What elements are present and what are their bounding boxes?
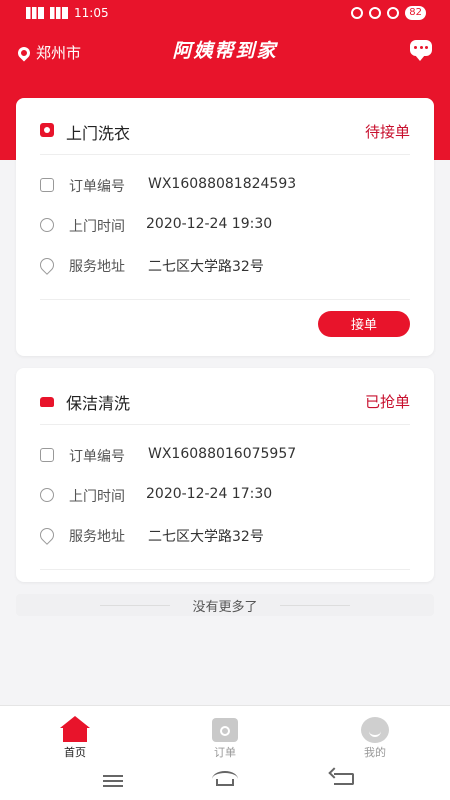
order-number-row: 订单编号 WX16088016075957 — [40, 435, 410, 475]
cleaning-icon — [40, 397, 54, 407]
order-number-label: 订单编号 — [69, 449, 125, 465]
back-icon[interactable] — [334, 773, 354, 785]
order-number-row: 订单编号 WX16088081824593 — [40, 165, 410, 205]
service-title: 保洁清洗 — [66, 394, 131, 413]
tab-profile[interactable]: 我的 — [330, 710, 420, 762]
visit-time-label: 上门时间 — [69, 489, 125, 505]
home-icon — [60, 716, 90, 742]
order-card-header: 上门洗衣 待接单 — [40, 98, 410, 155]
document-icon — [40, 448, 54, 462]
tab-orders[interactable]: 订单 — [180, 710, 270, 762]
signal-icon-2 — [50, 7, 68, 19]
clock-icon — [40, 218, 54, 232]
tab-label: 我的 — [364, 746, 386, 759]
location-icon — [37, 525, 57, 545]
address-label: 服务地址 — [69, 529, 125, 545]
order-card-header: 保洁清洗 已抢单 — [40, 368, 410, 425]
bottom-tab-bar: 首页 订单 我的 — [0, 705, 450, 764]
profile-icon — [361, 717, 389, 743]
location-icon — [37, 255, 57, 275]
order-number-label: 订单编号 — [69, 179, 125, 195]
dnd-icon — [369, 7, 382, 19]
tab-home[interactable]: 首页 — [30, 710, 120, 762]
tab-label: 订单 — [214, 746, 236, 759]
system-navigation-bar — [0, 763, 450, 800]
list-end-indicator: 没有更多了 — [16, 594, 434, 616]
status-time: 11:05 — [74, 6, 109, 20]
accept-order-button[interactable]: 接单 — [318, 311, 410, 337]
tab-label: 首页 — [64, 746, 86, 759]
address-label: 服务地址 — [69, 259, 125, 275]
right-rule — [280, 605, 350, 606]
order-status: 已抢单 — [364, 393, 410, 411]
order-icon — [212, 718, 238, 742]
visit-time-row: 上门时间 2020-12-24 19:30 — [40, 205, 410, 245]
address-row: 服务地址 二七区大学路32号 — [37, 515, 410, 555]
document-icon — [40, 178, 54, 192]
signal-icon — [26, 7, 44, 19]
order-number-value: WX16088016075957 — [148, 446, 297, 462]
order-number-value: WX16088081824593 — [148, 176, 297, 192]
status-bar: 11:05 82 — [0, 0, 450, 28]
order-card[interactable]: 保洁清洗 已抢单 订单编号 WX16088016075957 上门时间 2020… — [16, 368, 434, 582]
card-divider — [40, 569, 410, 570]
service-title: 上门洗衣 — [66, 124, 131, 143]
alarm-icon — [351, 7, 364, 19]
visit-time-value: 2020-12-24 19:30 — [146, 216, 273, 232]
message-icon[interactable] — [410, 40, 432, 61]
visit-time-row: 上门时间 2020-12-24 17:30 — [40, 475, 410, 515]
order-status: 待接单 — [364, 123, 410, 141]
laundry-icon — [40, 123, 54, 137]
visit-time-label: 上门时间 — [69, 219, 125, 235]
visit-time-value: 2020-12-24 17:30 — [146, 486, 273, 502]
clock-icon — [40, 488, 54, 502]
wifi-icon — [387, 7, 400, 19]
home-button-icon[interactable] — [212, 771, 238, 787]
order-card[interactable]: 上门洗衣 待接单 订单编号 WX16088081824593 上门时间 2020… — [16, 98, 434, 356]
no-more-text: 没有更多了 — [192, 600, 258, 615]
card-divider — [40, 299, 410, 300]
top-bar: 郑州市 阿姨帮到家 — [0, 30, 450, 70]
brand-title: 阿姨帮到家 — [172, 40, 278, 62]
address-value: 二七区大学路32号 — [148, 259, 264, 275]
menu-icon[interactable] — [103, 775, 123, 787]
battery-icon: 82 — [405, 6, 426, 20]
address-value: 二七区大学路32号 — [148, 529, 264, 545]
address-row: 服务地址 二七区大学路32号 — [37, 245, 410, 285]
